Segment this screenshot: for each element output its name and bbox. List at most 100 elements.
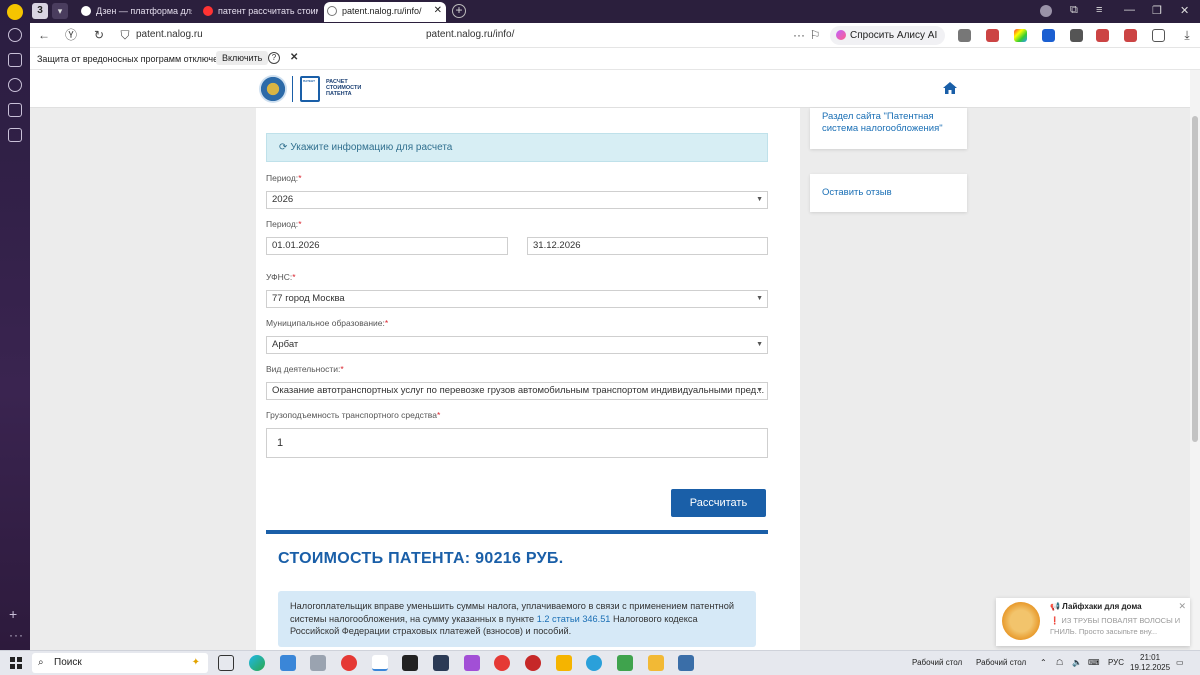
patent-system-section-link[interactable]: Раздел сайта "Патентная система налогооб… [810, 108, 967, 149]
ufns-select[interactable]: 77 город Москва ▼ [266, 290, 768, 308]
desktop-toolbar-1[interactable]: Рабочий стол [912, 658, 962, 667]
label-text: Муниципальное образование: [266, 318, 385, 328]
collections-icon[interactable] [8, 53, 22, 67]
downloads-icon[interactable]: ⤓ [1180, 28, 1194, 42]
period-year-select[interactable]: 2026 ▼ [266, 191, 768, 209]
screenshot-icon[interactable] [1152, 29, 1165, 42]
minimize-icon[interactable]: — [1124, 4, 1135, 16]
ask-alisa-button[interactable]: Спросить Алису AI [830, 26, 946, 45]
chevron-down-icon[interactable]: ▾ [52, 3, 68, 19]
fns-emblem-icon[interactable] [259, 75, 287, 103]
game-app-icon-2[interactable] [433, 655, 449, 671]
video-icon[interactable] [8, 78, 22, 92]
reload-icon[interactable]: ↻ [92, 28, 106, 42]
site-shield-icon[interactable]: ⛉ [118, 28, 132, 42]
tab-search[interactable]: патент рассчитать стоим [200, 2, 318, 22]
close-icon[interactable]: ✕ [290, 52, 298, 63]
tab-patent-active[interactable]: patent.nalog.ru/info/ ✕ [324, 2, 446, 22]
select-value: 2026 [272, 194, 294, 205]
more-icon[interactable]: ··· [9, 628, 24, 642]
capacity-input[interactable]: 1 [266, 428, 768, 458]
scrollbar-thumb[interactable] [1192, 116, 1198, 442]
bookmarks-panel-icon[interactable]: ⧉ [1070, 4, 1078, 17]
page-scrollbar[interactable] [1190, 70, 1200, 650]
extension-icon-3[interactable] [1124, 29, 1137, 42]
game-app-icon[interactable] [402, 655, 418, 671]
windows-start-icon[interactable] [10, 657, 22, 669]
network-icon[interactable]: ☖ [1056, 658, 1063, 667]
adblock-extension-icon[interactable] [958, 29, 971, 42]
telegram-icon[interactable] [586, 655, 602, 671]
home-icon[interactable] [942, 80, 958, 96]
more-options-icon[interactable]: ··· [792, 28, 806, 42]
notifications-icon[interactable]: ▭ [1176, 658, 1184, 667]
yandex-browser-logo-icon[interactable] [7, 4, 23, 20]
protection-warning-text: Защита от вредоносных программ отключена [37, 54, 229, 64]
page-viewport: ПАТЕНТ РАСЧЕТ СТОИМОСТИ ПАТЕНТА ⟳ Укажите… [30, 70, 1190, 650]
add-panel-icon[interactable]: + [9, 606, 17, 622]
taskbar-search[interactable]: ⌕ Поиск ✦ [32, 653, 208, 673]
remote-desktop-icon[interactable] [678, 655, 694, 671]
municipal-select[interactable]: Арбат ▼ [266, 336, 768, 354]
edge-browser-icon[interactable] [249, 655, 265, 671]
spreadsheet-icon[interactable] [617, 655, 633, 671]
task-view-icon[interactable] [218, 655, 234, 671]
language-indicator[interactable]: РУС [1108, 658, 1124, 667]
taskbar-clock[interactable]: 21:01 19.12.2025 [1130, 653, 1170, 673]
required-mark: * [384, 318, 389, 328]
help-icon[interactable]: ? [268, 52, 280, 64]
date-to-input[interactable]: 31.12.2026 [527, 237, 768, 255]
app-icon-2[interactable] [310, 655, 326, 671]
app-icon-4[interactable] [525, 655, 541, 671]
notification-image [1002, 602, 1040, 640]
app-icon[interactable] [280, 655, 296, 671]
volume-icon[interactable]: 🔈 [1072, 658, 1082, 667]
capacity-label: Грузоподъемность транспортного средства* [266, 410, 440, 420]
required-mark: * [340, 364, 344, 374]
yandex-app-icon[interactable] [341, 655, 357, 671]
search-label: Поиск [54, 657, 82, 668]
close-tab-icon[interactable]: ✕ [434, 2, 442, 20]
close-window-icon[interactable]: ✕ [1180, 4, 1189, 17]
app-icon-3[interactable] [464, 655, 480, 671]
profile-avatar[interactable] [1040, 5, 1052, 17]
sidebar-app-icon[interactable] [8, 128, 22, 142]
yandex-extension-icon[interactable] [1042, 29, 1055, 42]
bookmark-icon[interactable]: ⚐ [808, 28, 822, 42]
enable-protection-button[interactable]: Включить [216, 51, 269, 65]
activity-select[interactable]: Оказание автотранспортных услуг по перев… [266, 382, 768, 400]
new-tab-button[interactable]: + [452, 4, 466, 18]
address-domain[interactable]: patent.nalog.ru [136, 29, 203, 40]
address-bar[interactable]: patent.nalog.ru/info/ [426, 29, 514, 40]
tab-count-badge[interactable]: 3 [32, 3, 48, 19]
tray-chevron-up-icon[interactable]: ⌃ [1040, 658, 1047, 667]
desktop-toolbar-2[interactable]: Рабочий стол [976, 658, 1026, 667]
windows-taskbar: ⌕ Поиск ✦ Рабочий стол Рабочий стол ⌃ ☖ 🔈… [0, 650, 1200, 675]
back-icon[interactable]: ← [37, 28, 51, 42]
notification-toast[interactable]: 📢 Лайфхаки для дома ❗ ИЗ ТРУБЫ ПОВАЛЯТ В… [996, 598, 1190, 646]
restore-icon[interactable]: ❐ [1152, 4, 1162, 17]
required-mark: * [298, 219, 302, 229]
mail-app-icon[interactable] [556, 655, 572, 671]
yandex-browser-taskbar-icon[interactable] [372, 655, 388, 671]
menu-icon[interactable]: ≡ [1096, 4, 1102, 16]
tabs-counter-icon[interactable] [8, 103, 22, 117]
date-from-input[interactable]: 01.01.2026 [266, 237, 508, 255]
color-extension-icon[interactable] [1014, 29, 1027, 42]
opera-icon[interactable] [494, 655, 510, 671]
yandex-home-icon[interactable]: Ⓨ [64, 28, 78, 42]
file-explorer-icon[interactable] [648, 655, 664, 671]
tab-dzen[interactable]: Дзен — платформа для п [78, 2, 192, 22]
feedback-link[interactable]: Оставить отзыв [810, 174, 967, 212]
site-logo-text[interactable]: РАСЧЕТ СТОИМОСТИ ПАТЕНТА [326, 79, 366, 97]
calculate-button[interactable]: Рассчитать [671, 489, 766, 517]
notification-body: ❗ ИЗ ТРУБЫ ПОВАЛЯТ ВОЛОСЫ И ГНИЛЬ. Прост… [1050, 616, 1181, 636]
calculator-logo-icon[interactable]: ПАТЕНТ [300, 76, 320, 102]
hat-extension-icon[interactable] [1070, 29, 1083, 42]
extension-icon-2[interactable] [1096, 29, 1109, 42]
history-icon[interactable] [8, 28, 22, 42]
extension-icon[interactable] [986, 29, 999, 42]
close-icon[interactable]: ✕ [1178, 601, 1186, 612]
keyboard-icon[interactable]: ⌨ [1088, 658, 1100, 667]
tax-code-article-link[interactable]: 1.2 статьи 346.51 [537, 614, 611, 624]
